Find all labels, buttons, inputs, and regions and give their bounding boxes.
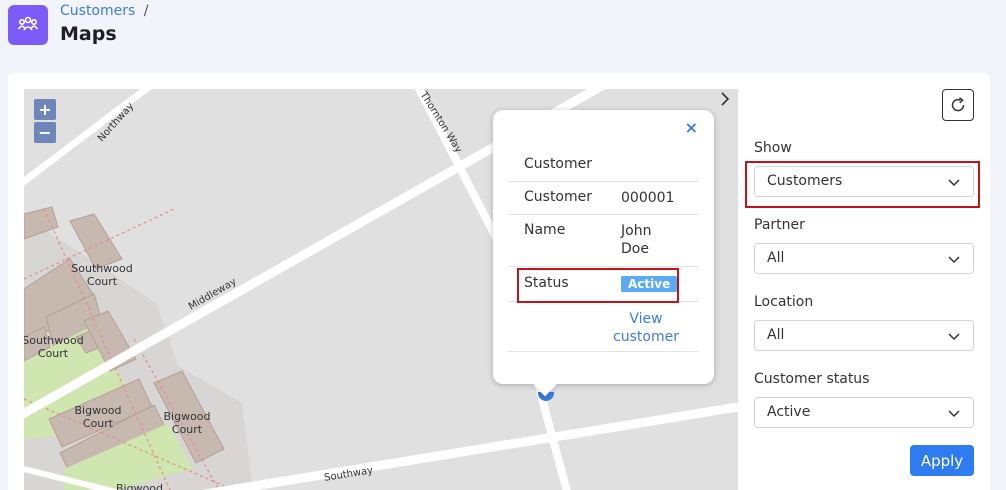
customer-popup: × Customer Customer 000001 Name John Doe… — [493, 110, 714, 397]
breadcrumb: Customers / — [60, 3, 148, 19]
status-highlight — [517, 268, 679, 303]
location-select-value: All — [767, 327, 785, 343]
zoom-out-button[interactable]: − — [34, 122, 56, 143]
view-customer-link[interactable]: View customer — [606, 310, 686, 346]
partner-select[interactable]: All — [754, 243, 974, 274]
show-highlight — [745, 161, 980, 208]
close-icon[interactable]: × — [685, 118, 698, 137]
view-customer-link-line-2: customer — [613, 329, 679, 345]
show-label: Show — [754, 140, 792, 156]
map-label-southwood-court: Southwood Court — [71, 262, 133, 288]
map-label-bigwood-court: Bigwood Court — [160, 410, 214, 436]
map-label-southwood-court-text: Southwood Court — [24, 334, 84, 360]
chevron-down-icon — [948, 333, 960, 341]
location-select[interactable]: All — [754, 320, 974, 351]
zoom-in-button[interactable]: + — [34, 99, 56, 120]
chevron-down-icon — [948, 410, 960, 418]
map-label-bigwood-court-text: Bigwood Court — [74, 404, 122, 430]
breadcrumb-separator: / — [143, 3, 149, 19]
location-label: Location — [754, 294, 814, 310]
customers-group-icon — [8, 5, 48, 45]
map-label-bigwood-court-text: Bigwood Court — [163, 410, 211, 436]
chevron-down-icon — [948, 256, 960, 264]
view-customer-link-line-1: View — [629, 311, 663, 327]
popup-name-label: Name — [524, 222, 566, 238]
chevron-right-icon[interactable] — [718, 89, 736, 109]
popup-customer-id: 000001 — [621, 190, 675, 206]
customer-status-select[interactable]: Active — [754, 397, 974, 428]
apply-button[interactable]: Apply — [910, 445, 974, 476]
popup-name-value: John Doe — [621, 222, 651, 258]
customer-status-select-value: Active — [767, 404, 811, 420]
popup-title-row: Customer — [508, 154, 699, 182]
page-title: Maps — [60, 23, 117, 45]
popup-name-first: John — [621, 223, 652, 239]
partner-select-value: All — [767, 250, 785, 266]
refresh-button[interactable] — [942, 89, 974, 121]
map-label-southwood-court: Southwood Court — [24, 334, 88, 360]
popup-title: Customer — [524, 156, 593, 172]
map-label-bigwood: Bigwood — [116, 482, 164, 490]
refresh-icon — [951, 97, 965, 112]
partner-label: Partner — [754, 217, 805, 233]
map-label-bigwood-court: Bigwood Court — [71, 404, 125, 430]
popup-name-last: Doe — [621, 241, 649, 257]
map-label-southwood-court-text: Southwood Court — [71, 262, 133, 288]
customer-status-label: Customer status — [754, 371, 870, 387]
zoom-control: + − — [34, 99, 56, 143]
popup-customer-label: Customer — [524, 189, 593, 205]
breadcrumb-link-customers[interactable]: Customers — [60, 3, 135, 19]
popup-name-row: Name John Doe — [508, 215, 699, 267]
popup-customer-row: Customer 000001 — [508, 182, 699, 215]
